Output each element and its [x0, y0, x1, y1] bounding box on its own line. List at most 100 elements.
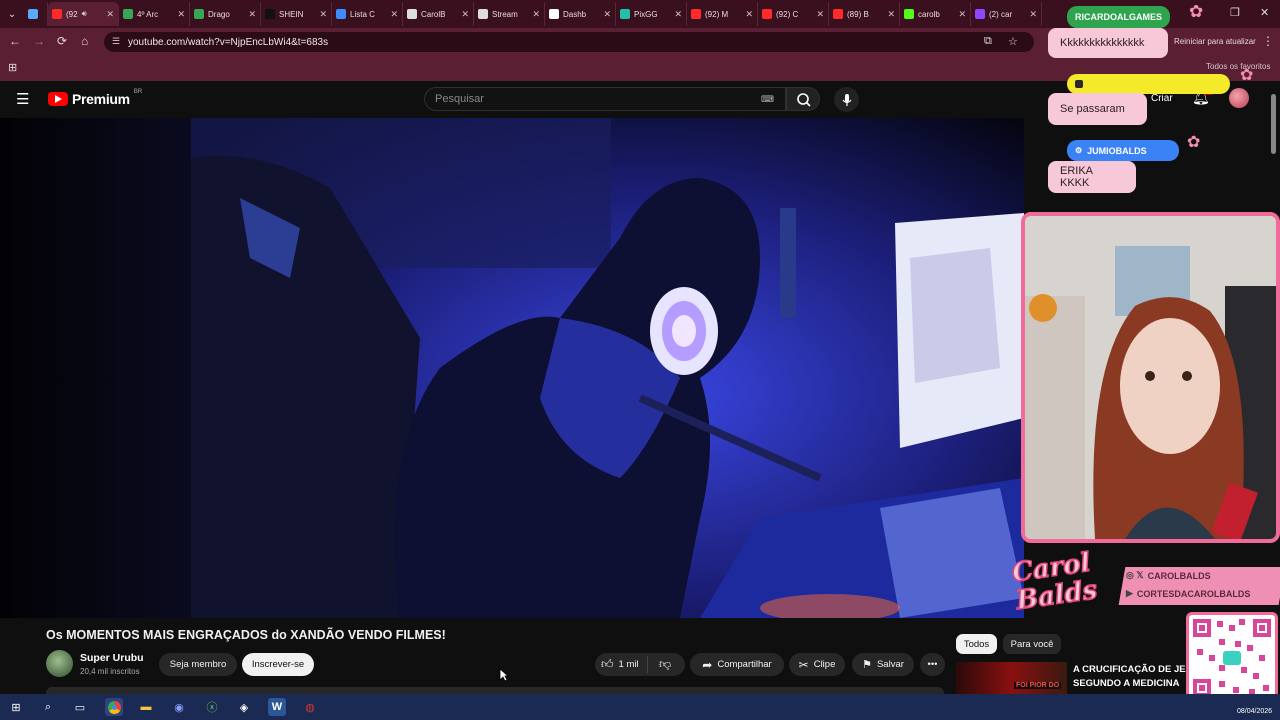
subscribe-button[interactable]: Inscrever-se	[242, 653, 314, 676]
windows-taskbar: ⊞ ⌕ ▭ ▬ ◉ ⓧ ◈ W ◍ 08/04/2026	[0, 694, 1280, 720]
forward-button[interactable]: →	[33, 34, 45, 48]
flower-icon: ✿	[1240, 67, 1254, 84]
apps-grid-icon[interactable]: ⊞	[8, 61, 17, 74]
tab-close-icon[interactable]: ✕	[177, 9, 185, 20]
browser-tab[interactable]: PixGG ✕	[616, 2, 687, 26]
chat-message-2-text: Se passaram	[1060, 103, 1125, 115]
security-shield-icon[interactable]: ◈	[235, 698, 253, 716]
chrome-icon[interactable]	[105, 698, 123, 716]
voice-search-button[interactable]	[834, 87, 859, 112]
tab-close-icon[interactable]: ✕	[674, 9, 682, 20]
browser-tab[interactable]: (89) B ✕	[829, 2, 900, 26]
site-info-icon[interactable]: ☰	[112, 36, 120, 47]
browser-tab[interactable]: Lista C ✕	[332, 2, 403, 26]
tab-close-icon[interactable]: ✕	[887, 9, 895, 20]
like-count[interactable]: 1 mil	[619, 659, 639, 670]
tab-favicon-icon	[194, 9, 204, 19]
filter-chip-all[interactable]: Todos	[956, 634, 997, 654]
tab-favicon-icon	[478, 9, 488, 19]
home-icon[interactable]: ⌂	[81, 34, 88, 48]
create-button[interactable]: Criar	[1151, 93, 1173, 104]
browser-tab[interactable]	[24, 2, 48, 26]
restore-window-button[interactable]: ❐	[1230, 6, 1240, 19]
browser-tab[interactable]: SHEIN ✕	[261, 2, 332, 26]
browser-tab[interactable]: Stream ✕	[474, 2, 545, 26]
recommended-thumbnail[interactable]: FOI PIOR DO	[956, 662, 1067, 694]
like-icon[interactable]: 👍︎	[601, 657, 614, 672]
tab-search-button[interactable]: ⌄	[0, 0, 24, 28]
tab-favicon-icon	[762, 9, 772, 19]
word-icon[interactable]: W	[268, 698, 286, 716]
xbox-icon[interactable]: ⓧ	[203, 698, 221, 716]
url-text: youtube.com/watch?v=NjpEncLbWi4&t=683s	[128, 37, 329, 48]
tab-close-icon[interactable]: ✕	[532, 9, 540, 20]
qr-code-image	[1193, 619, 1271, 697]
tab-audio-icon[interactable]: 🔊︎	[82, 9, 87, 19]
close-window-button[interactable]: ✕	[1260, 6, 1269, 19]
youtube-logo[interactable]: Premium BR	[48, 89, 142, 107]
browser-tab[interactable]: (92 🔊︎ ✕	[48, 2, 119, 26]
back-button[interactable]: ←	[9, 34, 21, 48]
browser-tab[interactable]: (92) M ✕	[687, 2, 758, 26]
reload-button[interactable]: ⟳	[57, 34, 67, 48]
save-button[interactable]: ⚑ Salvar	[852, 653, 914, 676]
all-bookmarks-link[interactable]: Todos os favoritos	[1206, 62, 1270, 71]
browser-tab[interactable]: Dashb ✕	[545, 2, 616, 26]
tab-close-icon[interactable]: ✕	[958, 9, 966, 20]
windows-start-icon[interactable]: ⊞	[7, 698, 25, 716]
search-icon[interactable]: ⌕	[39, 698, 57, 716]
hamburger-menu-icon[interactable]: ☰	[16, 90, 29, 108]
channel-avatar[interactable]	[46, 650, 73, 677]
tab-close-icon[interactable]: ✕	[319, 9, 327, 20]
microphone-icon	[842, 93, 851, 106]
subscriber-count: 20,4 mil inscritos	[80, 667, 140, 676]
tab-close-icon[interactable]: ✕	[1029, 9, 1037, 20]
search-input[interactable]: Pesquisar	[435, 93, 484, 105]
recommended-title[interactable]: A CRUCIFICAÇÃO DE JESU SEGUNDO A MEDICIN…	[1073, 663, 1199, 691]
video-player[interactable]	[0, 118, 1024, 618]
browser-tab[interactable]: CarolB ✕	[403, 2, 474, 26]
join-button[interactable]: Seja membro	[159, 653, 237, 676]
filter-chip-for-you[interactable]: Para você	[1003, 634, 1061, 654]
tab-close-icon[interactable]: ✕	[390, 9, 398, 20]
tab-close-icon[interactable]: ✕	[745, 9, 753, 20]
keyboard-icon[interactable]: ⌨	[761, 94, 774, 105]
channel-name[interactable]: Super Urubu	[80, 652, 144, 664]
restart-update-button[interactable]: Reiniciar para atualizar	[1174, 37, 1256, 46]
video-title: Os MOMENTOS MAIS ENGRAÇADOS do XANDÃO VE…	[46, 628, 446, 642]
description-box[interactable]	[46, 687, 944, 694]
task-view-icon[interactable]: ▭	[71, 698, 89, 716]
search-box[interactable]: Pesquisar ⌨	[424, 87, 786, 111]
tab-label: (89) B	[847, 9, 869, 19]
tab-close-icon[interactable]: ✕	[816, 9, 824, 20]
browser-tab[interactable]: carolb ✕	[900, 2, 971, 26]
obs-icon[interactable]: ◍	[301, 698, 319, 716]
browser-tab[interactable]: 4º Arc ✕	[119, 2, 190, 26]
chat-message-1: Kkkkkkkkkkkkkkk	[1048, 28, 1168, 58]
tab-close-icon[interactable]: ✕	[106, 9, 114, 20]
scrollbar-thumb[interactable]	[1271, 94, 1276, 154]
tab-close-icon[interactable]: ✕	[248, 9, 256, 20]
omnibox[interactable]: ☰ youtube.com/watch?v=NjpEncLbWi4&t=683s…	[104, 32, 1034, 52]
account-avatar[interactable]	[1229, 88, 1249, 108]
tab-favicon-icon	[28, 9, 38, 19]
bookmark-star-icon[interactable]: ☆	[1008, 35, 1018, 48]
tab-favicon-icon	[336, 9, 346, 19]
file-explorer-icon[interactable]: ▬	[137, 698, 155, 716]
share-button[interactable]: ➦ Compartilhar	[690, 653, 784, 676]
dislike-icon[interactable]: 👎︎	[659, 657, 671, 672]
tab-close-icon[interactable]: ✕	[461, 9, 469, 20]
clip-button[interactable]: ✂ Clipe	[789, 653, 845, 676]
chat-username-3: ⚙ JUMIOBALDS	[1067, 140, 1179, 161]
menu-kebab-icon[interactable]: ⋮	[1262, 34, 1274, 48]
browser-tab[interactable]: (92) C ✕	[758, 2, 829, 26]
search-button[interactable]	[786, 87, 820, 111]
more-actions-button[interactable]: •••	[920, 653, 945, 676]
browser-tab[interactable]: (2) car ✕	[971, 2, 1042, 26]
tab-close-icon[interactable]: ✕	[603, 9, 611, 20]
discord-icon[interactable]: ◉	[170, 698, 188, 716]
tab-favicon-icon	[549, 9, 559, 19]
cast-icon[interactable]: ⧉	[984, 35, 992, 48]
chat-username-3-text: JUMIOBALDS	[1087, 145, 1147, 156]
browser-tab[interactable]: Drago ✕	[190, 2, 261, 26]
